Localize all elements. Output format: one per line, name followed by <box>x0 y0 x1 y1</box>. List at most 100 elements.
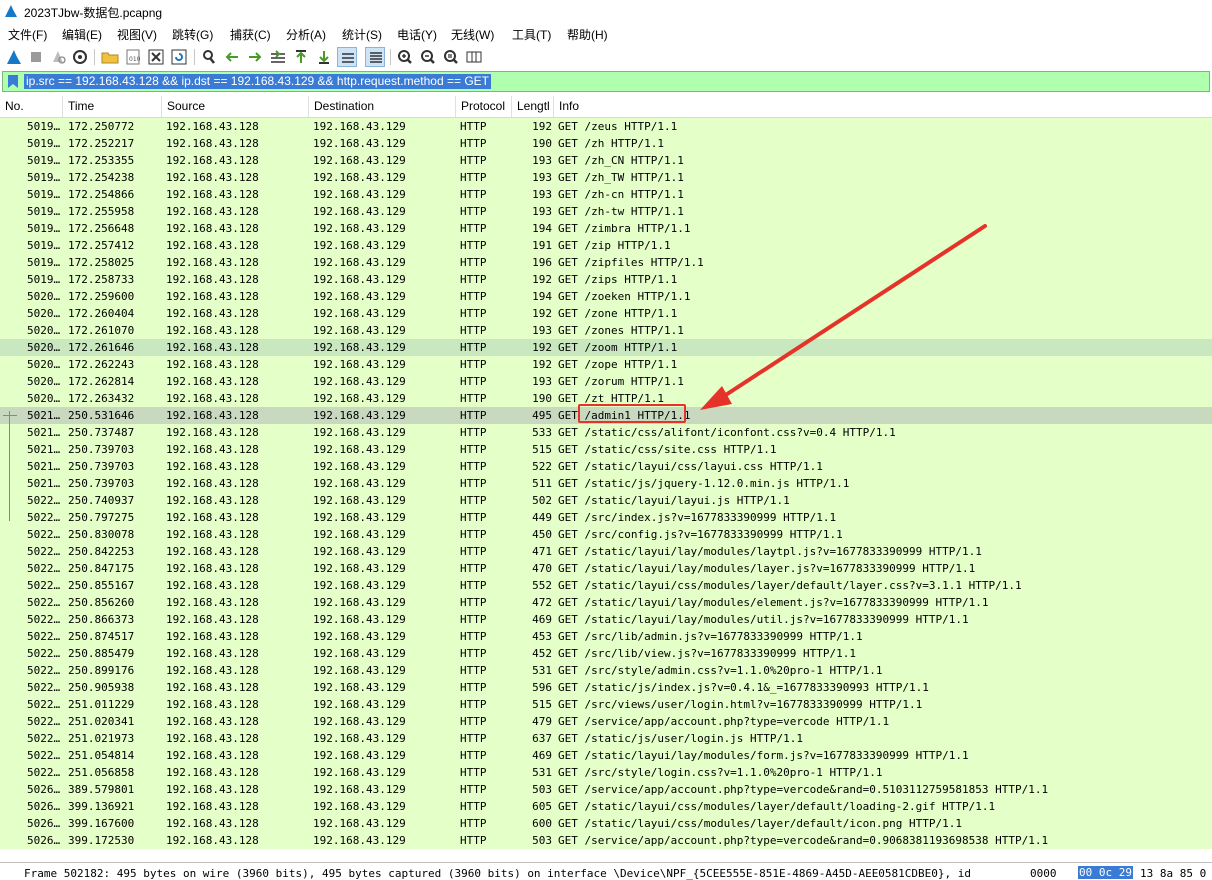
autoscroll-icon[interactable] <box>337 47 357 67</box>
table-row[interactable]: 5022… 251.011229 192.168.43.128 192.168.43.… <box>0 696 1212 713</box>
packet-info: GET /static/layui/lay/modules/laytpl.js?… <box>558 545 982 558</box>
table-row[interactable]: 5020… 172.259600 192.168.43.128 192.168.43.… <box>0 288 1212 305</box>
packet-info: GET /service/app/account.php?type=vercod… <box>558 834 1049 847</box>
packet-protocol: HTTP <box>460 341 487 354</box>
table-row[interactable]: 5022… 250.855167 192.168.43.128 192.168.43.… <box>0 577 1212 594</box>
table-row[interactable]: 5022… 250.830078 192.168.43.128 192.168.43.… <box>0 526 1212 543</box>
back-arrow-icon[interactable] <box>222 47 242 67</box>
find-icon[interactable] <box>199 47 219 67</box>
table-row[interactable]: 5019… 172.254866 192.168.43.128 192.168.43.… <box>0 186 1212 203</box>
table-row[interactable]: 5019… 172.250772 192.168.43.128 192.168.43.… <box>0 118 1212 135</box>
menu-capture[interactable]: 捕获(C) <box>230 26 271 43</box>
goto-packet-icon[interactable] <box>268 47 288 67</box>
options-gear-icon[interactable] <box>70 47 90 67</box>
table-row[interactable]: 5019… 172.255958 192.168.43.128 192.168.43.… <box>0 203 1212 220</box>
reload-icon[interactable] <box>169 47 189 67</box>
packet-info: GET /static/layui/css/modules/layer/defa… <box>558 579 1022 592</box>
table-row[interactable]: 5022… 250.899176 192.168.43.128 192.168.43.… <box>0 662 1212 679</box>
packet-protocol: HTTP <box>460 494 487 507</box>
packet-length: 605 <box>532 800 552 813</box>
table-row[interactable]: 5019… 172.256648 192.168.43.128 192.168.43.… <box>0 220 1212 237</box>
display-filter-input[interactable]: ip.src == 192.168.43.128 && ip.dst == 19… <box>24 74 491 89</box>
zoom-out-icon[interactable] <box>418 47 438 67</box>
menu-wireless[interactable]: 无线(W) <box>451 26 494 43</box>
table-row[interactable]: 5022… 250.866373 192.168.43.128 192.168.43.… <box>0 611 1212 628</box>
menu-statistics[interactable]: 统计(S) <box>342 26 382 43</box>
colorize-icon[interactable] <box>365 47 385 67</box>
menu-edit[interactable]: 编辑(E) <box>62 26 102 43</box>
column-header-length[interactable]: Lengtl <box>512 96 554 117</box>
column-header-destination[interactable]: Destination <box>309 96 456 117</box>
menu-file[interactable]: 文件(F) <box>8 26 47 43</box>
bookmark-icon[interactable] <box>7 74 19 89</box>
table-row[interactable]: 5019… 172.253355 192.168.43.128 192.168.43.… <box>0 152 1212 169</box>
table-row[interactable]: 5021… 250.739703 192.168.43.128 192.168.43.… <box>0 458 1212 475</box>
packet-protocol: HTTP <box>460 511 487 524</box>
table-row[interactable]: 5022… 250.797275 192.168.43.128 192.168.43.… <box>0 509 1212 526</box>
table-row[interactable]: 5021… 250.739703 192.168.43.128 192.168.43.… <box>0 441 1212 458</box>
packet-source: 192.168.43.128 <box>166 477 259 490</box>
forward-arrow-icon[interactable] <box>245 47 265 67</box>
packet-source: 192.168.43.128 <box>166 375 259 388</box>
hex-selected-bytes[interactable]: 00 0c 29 <box>1078 866 1133 879</box>
packet-time: 251.011229 <box>68 698 135 711</box>
table-row[interactable]: 5020… 172.262814 192.168.43.128 192.168.43.… <box>0 373 1212 390</box>
table-row[interactable]: 5019… 172.257412 192.168.43.128 192.168.43.… <box>0 237 1212 254</box>
table-row[interactable]: 5022… 250.842253 192.168.43.128 192.168.43.… <box>0 543 1212 560</box>
first-packet-icon[interactable] <box>291 47 311 67</box>
table-row[interactable]: 5022… 250.885479 192.168.43.128 192.168.43.… <box>0 645 1212 662</box>
packet-length: 470 <box>532 562 552 575</box>
table-row[interactable]: 5022… 250.856260 192.168.43.128 192.168.43.… <box>0 594 1212 611</box>
packet-no: 5022… <box>27 766 61 779</box>
menu-go[interactable]: 跳转(G) <box>172 26 213 43</box>
table-row[interactable]: 5021… 250.737487 192.168.43.128 192.168.43.… <box>0 424 1212 441</box>
table-row[interactable]: 5020… 172.261070 192.168.43.128 192.168.43.… <box>0 322 1212 339</box>
restart-icon[interactable] <box>48 47 68 67</box>
display-filter-bar[interactable]: ip.src == 192.168.43.128 && ip.dst == 19… <box>2 71 1210 92</box>
zoom-in-icon[interactable] <box>395 47 415 67</box>
table-row[interactable]: 5022… 250.905938 192.168.43.128 192.168.43.… <box>0 679 1212 696</box>
zoom-reset-icon[interactable] <box>441 47 461 67</box>
table-row[interactable]: 5022… 251.054814 192.168.43.128 192.168.43.… <box>0 747 1212 764</box>
stop-icon[interactable] <box>26 47 46 67</box>
table-row[interactable]: 5022… 251.020341 192.168.43.128 192.168.43.… <box>0 713 1212 730</box>
menu-view[interactable]: 视图(V) <box>117 26 157 43</box>
menu-telephony[interactable]: 电话(Y) <box>397 26 437 43</box>
column-header-info[interactable]: Info <box>554 96 1212 117</box>
packet-list[interactable]: 5019… 172.250772 192.168.43.128 192.168.43.… <box>0 118 1212 849</box>
packet-source: 192.168.43.128 <box>166 273 259 286</box>
table-row[interactable]: 5020… 172.261646 192.168.43.128 192.168.43.… <box>0 339 1212 356</box>
column-header-no[interactable]: No. <box>0 96 63 117</box>
table-row[interactable]: 5020… 172.260404 192.168.43.128 192.168.43.… <box>0 305 1212 322</box>
table-row[interactable]: 5022… 250.874517 192.168.43.128 192.168.43.… <box>0 628 1212 645</box>
packet-protocol: HTTP <box>460 307 487 320</box>
menu-help[interactable]: 帮助(H) <box>567 26 608 43</box>
last-packet-icon[interactable] <box>314 47 334 67</box>
table-row[interactable]: 5019… 172.258025 192.168.43.128 192.168.43.… <box>0 254 1212 271</box>
table-row[interactable]: 5021… 250.739703 192.168.43.128 192.168.43.… <box>0 475 1212 492</box>
table-row[interactable]: 5019… 172.254238 192.168.43.128 192.168.43.… <box>0 169 1212 186</box>
column-header-protocol[interactable]: Protocol <box>456 96 512 117</box>
save-file-icon[interactable]: 010 <box>123 47 143 67</box>
menu-analyze[interactable]: 分析(A) <box>286 26 326 43</box>
table-row[interactable]: 5026… 399.172530 192.168.43.128 192.168.43.… <box>0 832 1212 849</box>
open-folder-icon[interactable] <box>100 47 120 67</box>
menu-tools[interactable]: 工具(T) <box>512 26 551 43</box>
column-header-source[interactable]: Source <box>162 96 309 117</box>
close-file-icon[interactable] <box>146 47 166 67</box>
table-row[interactable]: 5022… 251.021973 192.168.43.128 192.168.43.… <box>0 730 1212 747</box>
table-row[interactable]: 5026… 399.136921 192.168.43.128 192.168.43.… <box>0 798 1212 815</box>
table-row[interactable]: 5022… 250.740937 192.168.43.128 192.168.43.… <box>0 492 1212 509</box>
table-row[interactable]: 5020… 172.262243 192.168.43.128 192.168.43.… <box>0 356 1212 373</box>
column-header-time[interactable]: Time <box>63 96 162 117</box>
shark-fin-icon[interactable] <box>4 47 24 67</box>
packet-protocol: HTTP <box>460 749 487 762</box>
table-row[interactable]: 5019… 172.252217 192.168.43.128 192.168.43.… <box>0 135 1212 152</box>
table-row[interactable]: 5026… 399.167600 192.168.43.128 192.168.43.… <box>0 815 1212 832</box>
table-row[interactable]: 5019… 172.258733 192.168.43.128 192.168.43.… <box>0 271 1212 288</box>
packet-length: 503 <box>532 783 552 796</box>
table-row[interactable]: 5026… 389.579801 192.168.43.128 192.168.43.… <box>0 781 1212 798</box>
table-row[interactable]: 5022… 251.056858 192.168.43.128 192.168.43.… <box>0 764 1212 781</box>
table-row[interactable]: 5022… 250.847175 192.168.43.128 192.168.43.… <box>0 560 1212 577</box>
resize-columns-icon[interactable] <box>464 47 484 67</box>
